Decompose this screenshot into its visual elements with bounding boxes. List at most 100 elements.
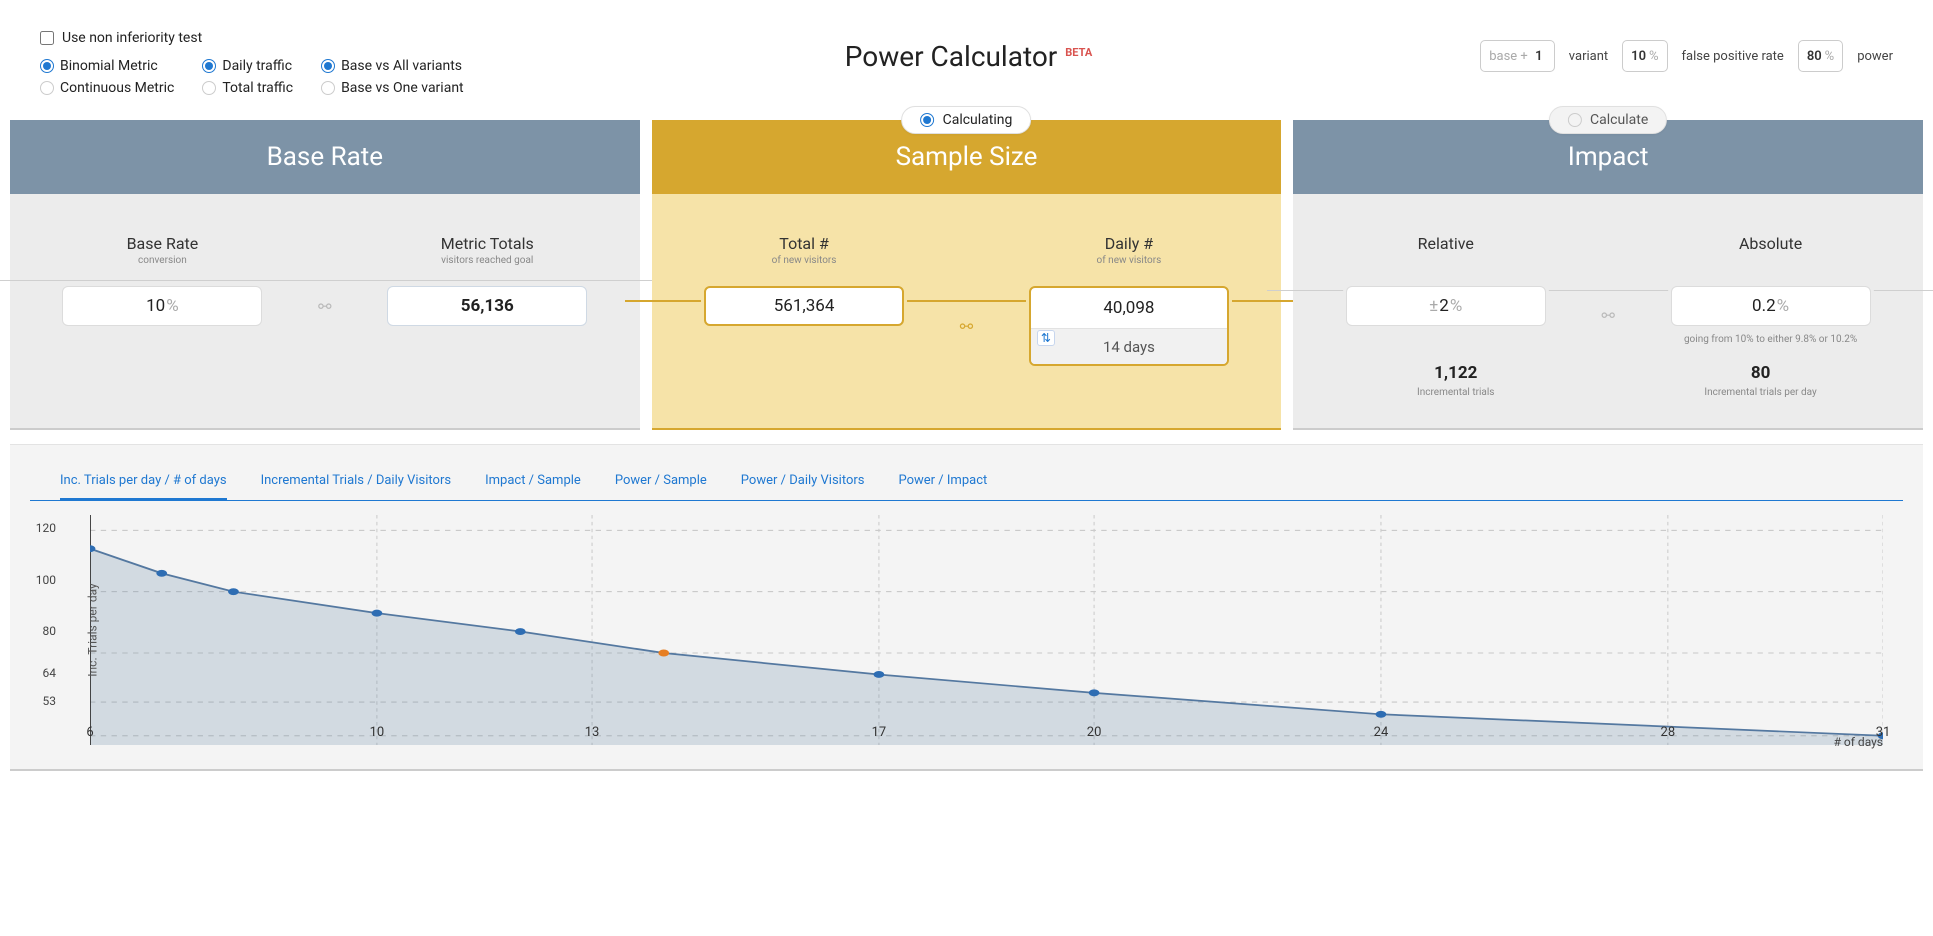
- base-rate-label: Base Rate: [20, 234, 305, 253]
- absolute-impact-input[interactable]: 0.2%: [1671, 286, 1871, 326]
- radio-dot-icon: [1568, 113, 1582, 127]
- base-rate-value: 10: [146, 296, 165, 316]
- link-icon: ⚯: [946, 234, 986, 366]
- fpr-label: false positive rate: [1682, 49, 1784, 64]
- daily-visitors-days: 14 days: [1103, 338, 1155, 356]
- swap-icon[interactable]: ⇅: [1037, 330, 1055, 346]
- radio-dot-icon: [921, 113, 935, 127]
- variant-value: 1: [1532, 49, 1546, 64]
- base-rate-heading: Base Rate: [10, 120, 640, 194]
- chart-plot: Inc. Trials per day 120100806453 6101317…: [90, 515, 1883, 745]
- radio-label: Base vs One variant: [341, 80, 464, 96]
- chart-y-tick: 64: [43, 666, 57, 680]
- radio-base-vs-all[interactable]: Base vs All variants: [321, 58, 464, 74]
- radio-dot-icon: [40, 59, 54, 73]
- fpr-input[interactable]: 10%: [1622, 40, 1667, 72]
- radio-label: Base vs All variants: [341, 58, 462, 74]
- chart-svg[interactable]: [90, 515, 1883, 745]
- radio-daily-traffic[interactable]: Daily traffic: [202, 58, 293, 74]
- chart-x-tick: 24: [1374, 725, 1389, 740]
- total-visitors-input[interactable]: 561,364: [704, 286, 904, 326]
- relative-impact-label: Relative: [1303, 234, 1588, 253]
- calculating-pill[interactable]: Calculating: [902, 106, 1032, 134]
- incremental-trials-label: Incremental trials: [1303, 387, 1608, 398]
- page-title: Power Calculator: [845, 40, 1058, 73]
- power-input[interactable]: 80%: [1798, 40, 1843, 72]
- chart-y-tick: 120: [36, 521, 56, 535]
- chart-tabs: Inc. Trials per day / # of days Increment…: [30, 457, 1903, 501]
- daily-visitors-label: Daily #: [986, 234, 1271, 253]
- percent-icon: %: [1777, 296, 1789, 316]
- total-visitors-sub: of new visitors: [662, 255, 947, 266]
- radio-dot-icon: [321, 81, 335, 95]
- chart-y-tick: 53: [43, 694, 57, 708]
- radio-dot-icon: [321, 59, 335, 73]
- radio-label: Binomial Metric: [60, 58, 158, 74]
- incremental-trials-per-day-label: Incremental trials per day: [1608, 387, 1913, 398]
- calculating-pill-label: Calculating: [943, 112, 1013, 128]
- incremental-trials-value: 1,122: [1303, 363, 1608, 383]
- link-icon: ⚯: [305, 234, 345, 326]
- chart-y-tick: 100: [36, 573, 56, 587]
- incremental-trials-per-day-value: 80: [1608, 363, 1913, 383]
- chart-tab[interactable]: Incremental Trials / Daily Visitors: [261, 463, 452, 501]
- power-value: 80: [1807, 49, 1822, 64]
- base-rate-sub: conversion: [20, 255, 305, 266]
- percent-icon: %: [1825, 49, 1835, 64]
- chart-tab[interactable]: Impact / Sample: [485, 463, 581, 501]
- daily-visitors-input[interactable]: 40,098 ⇅ 14 days: [1029, 286, 1229, 366]
- absolute-impact-value: 0.2: [1752, 296, 1776, 316]
- daily-visitors-value: 40,098: [1103, 298, 1154, 318]
- variant-label: variant: [1569, 49, 1608, 64]
- variant-prefix: base +: [1489, 49, 1528, 64]
- chart-x-tick: 13: [585, 725, 600, 740]
- chart-y-tick: 80: [43, 624, 57, 638]
- base-rate-input[interactable]: 10%: [62, 286, 262, 326]
- chart-x-tick: 28: [1661, 725, 1676, 740]
- percent-icon: %: [166, 296, 178, 316]
- daily-visitors-sub: of new visitors: [986, 255, 1271, 266]
- radio-dot-icon: [202, 81, 216, 95]
- relative-impact-input[interactable]: ±2%: [1346, 286, 1546, 326]
- radio-dot-icon: [40, 81, 54, 95]
- chart-y-axis-label: Inc. Trials per day: [86, 583, 100, 676]
- non-inferiority-checkbox-input[interactable]: [40, 31, 54, 45]
- radio-dot-icon: [202, 59, 216, 73]
- metric-totals-sub: visitors reached goal: [345, 255, 630, 266]
- percent-icon: %: [1450, 296, 1462, 316]
- plus-minus-icon: ±: [1429, 296, 1438, 316]
- impact-column: Calculate Impact Relative ±2% ⚯ Absolute…: [1293, 120, 1923, 430]
- chart-x-axis-label: # of days: [1834, 735, 1883, 749]
- calculate-pill-label: Calculate: [1590, 112, 1648, 128]
- variant-input[interactable]: base + 1: [1480, 40, 1555, 72]
- non-inferiority-checkbox[interactable]: Use non inferiority test: [40, 30, 470, 46]
- radio-label: Daily traffic: [222, 58, 292, 74]
- chart-x-tick: 17: [872, 725, 887, 740]
- total-visitors-label: Total #: [662, 234, 947, 253]
- radio-base-vs-one[interactable]: Base vs One variant: [321, 80, 464, 96]
- radio-label: Total traffic: [222, 80, 293, 96]
- chart-tab[interactable]: Power / Impact: [898, 463, 987, 501]
- base-rate-column: Base Rate Base Rate conversion 10% ⚯ Met…: [10, 120, 640, 430]
- chart-x-tick: 10: [370, 725, 385, 740]
- total-visitors-value: 561,364: [774, 296, 835, 316]
- chart-x-tick: 6: [86, 725, 93, 740]
- fpr-value: 10: [1631, 49, 1646, 64]
- chart-panel: Inc. Trials per day / # of days Increment…: [10, 444, 1923, 771]
- percent-icon: %: [1649, 49, 1659, 64]
- radio-binomial-metric[interactable]: Binomial Metric: [40, 58, 174, 74]
- calculate-pill[interactable]: Calculate: [1549, 106, 1667, 134]
- sample-size-column: Calculating Sample Size Total # of new v…: [652, 120, 1282, 430]
- chart-tab[interactable]: Power / Sample: [615, 463, 707, 501]
- radio-continuous-metric[interactable]: Continuous Metric: [40, 80, 174, 96]
- chart-tab[interactable]: Inc. Trials per day / # of days: [60, 463, 227, 501]
- chart-tab[interactable]: Power / Daily Visitors: [741, 463, 865, 501]
- power-label: power: [1857, 49, 1893, 64]
- chart-x-tick: 20: [1087, 725, 1102, 740]
- non-inferiority-checkbox-label: Use non inferiority test: [62, 30, 202, 46]
- metric-totals-value: 56,136: [461, 296, 514, 316]
- chart-x-ticks: 610131720242831: [90, 725, 1883, 745]
- metric-totals-label: Metric Totals: [345, 234, 630, 253]
- metric-totals-input[interactable]: 56,136: [387, 286, 587, 326]
- radio-total-traffic[interactable]: Total traffic: [202, 80, 293, 96]
